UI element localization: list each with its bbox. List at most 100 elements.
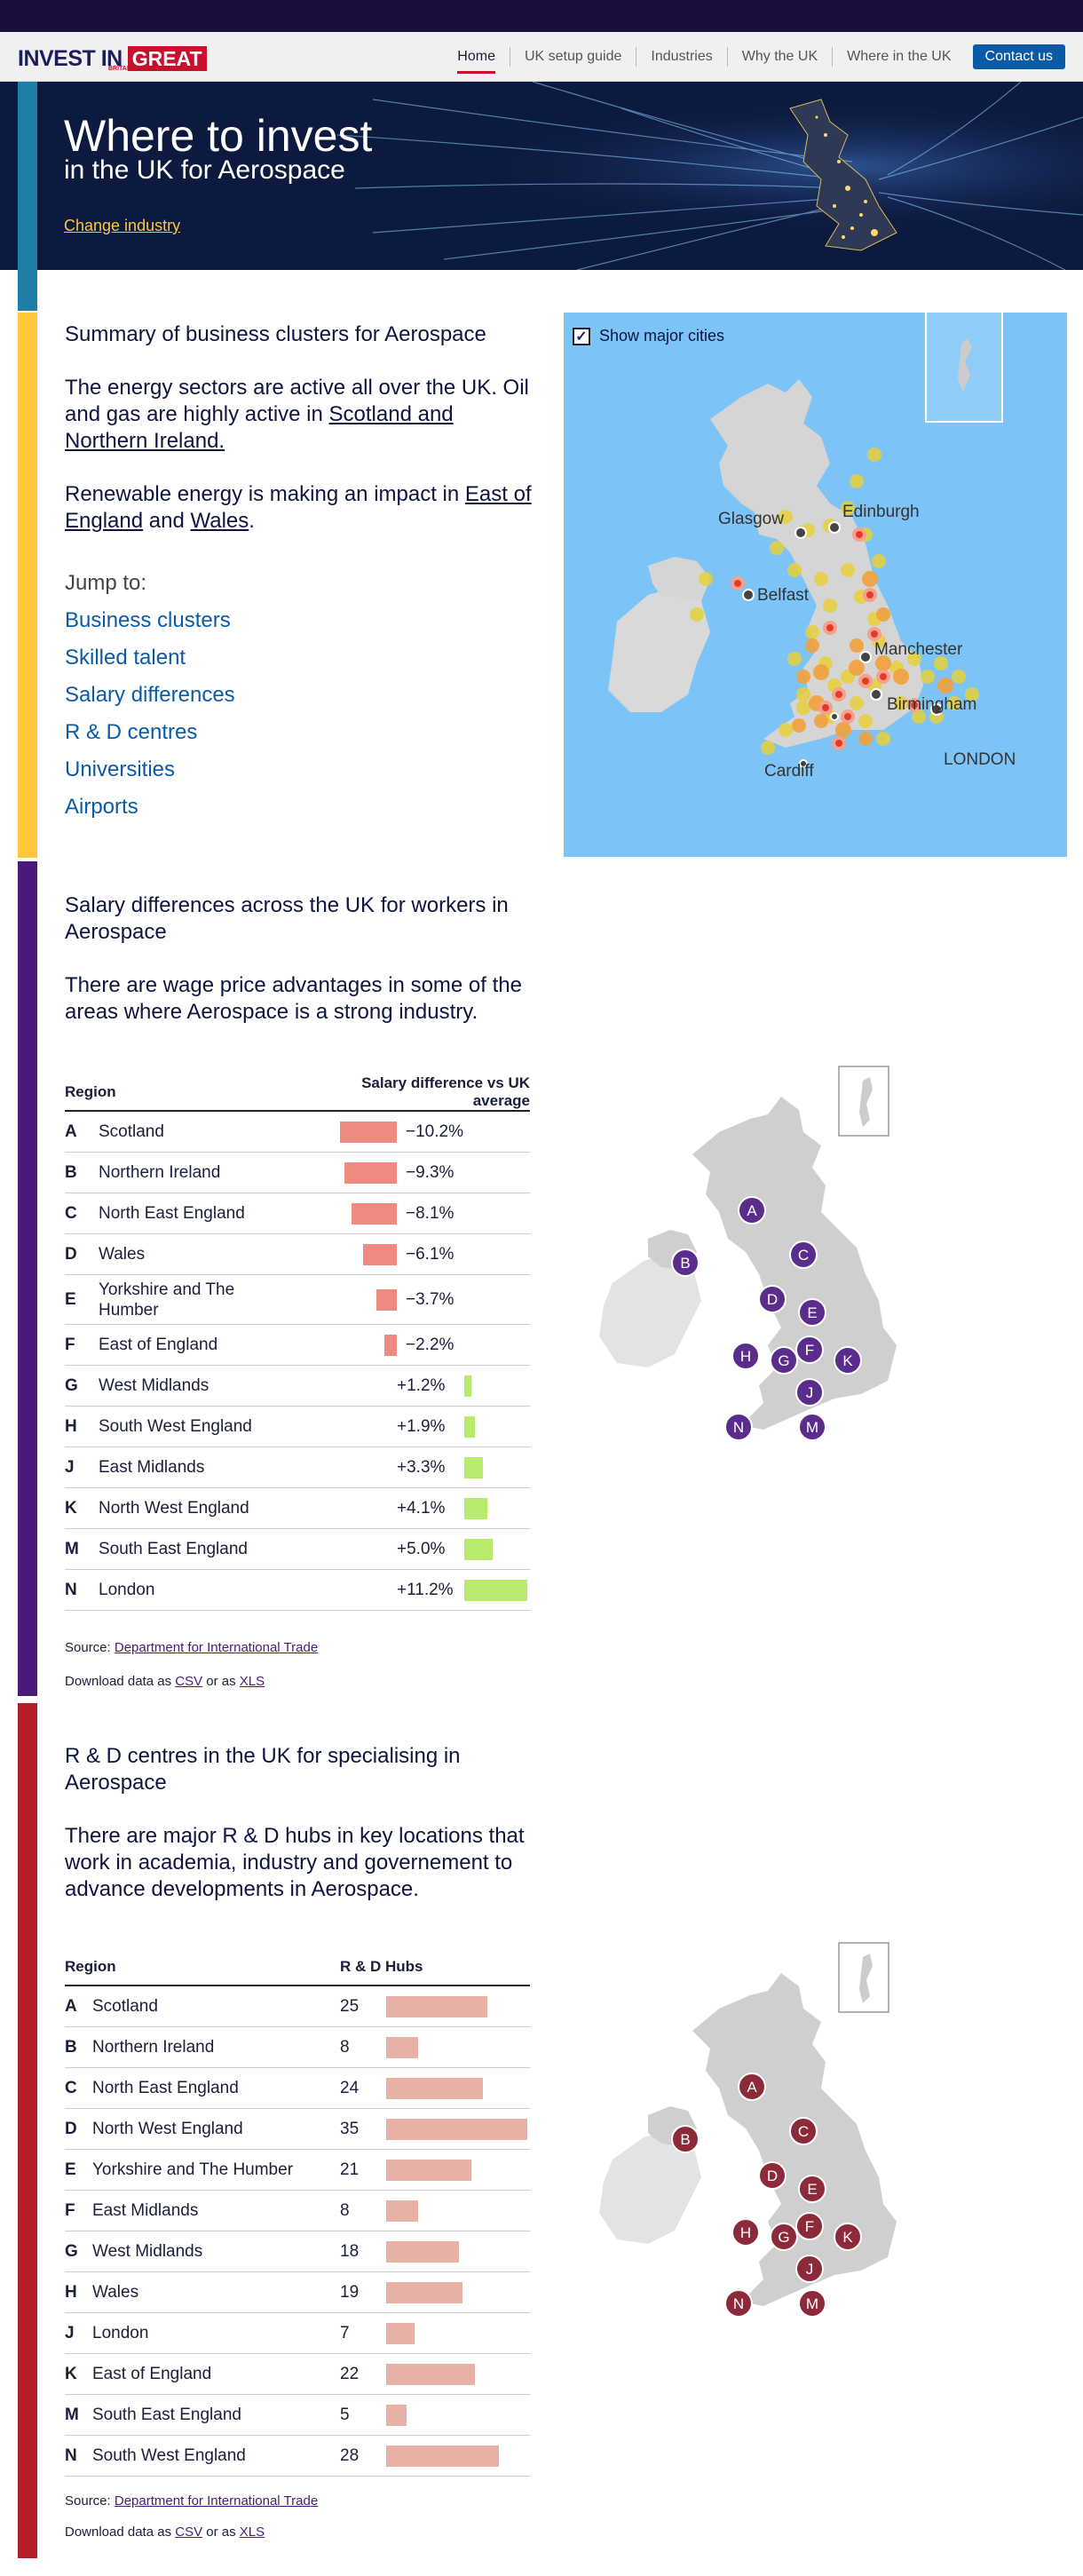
svg-text:D: D	[767, 1291, 778, 1308]
jump-rd-centres[interactable]: R & D centres	[65, 720, 197, 745]
salary-bar	[464, 1456, 483, 1478]
region-pin-b[interactable]: B	[671, 2125, 700, 2153]
nav-industries[interactable]: Industries	[636, 47, 726, 67]
salary-row-bar-area: −3.7%	[267, 1275, 530, 1324]
northern-ireland-link[interactable]: Northern Ireland.	[65, 429, 225, 453]
region-pin-a[interactable]: A	[738, 1196, 766, 1225]
jump-skilled-talent[interactable]: Skilled talent	[65, 646, 186, 670]
contact-us-button[interactable]: Contact us	[972, 44, 1065, 69]
region-pin-a[interactable]: A	[738, 2073, 766, 2101]
region-pin-n[interactable]: N	[724, 2289, 753, 2318]
region-pin-g[interactable]: G	[770, 1346, 798, 1375]
region-pin-d[interactable]: D	[758, 1285, 787, 1313]
region-pin-c[interactable]: C	[789, 2117, 818, 2145]
salary-source-link[interactable]: Department for International Trade	[115, 1640, 318, 1655]
region-pin-h[interactable]: H	[731, 1342, 760, 1370]
rd-bar	[386, 2200, 419, 2222]
region-pin-g[interactable]: G	[770, 2223, 798, 2251]
wales-link[interactable]: Wales	[190, 509, 249, 533]
section-bar-red	[18, 1703, 37, 2558]
rd-col-value: R & D Hubs	[340, 1958, 423, 1975]
rd-row-code: A	[65, 1996, 77, 2016]
region-pin-f[interactable]: F	[795, 1336, 824, 1364]
region-pin-k[interactable]: K	[834, 2223, 862, 2251]
nav-uk-setup-guide[interactable]: UK setup guide	[509, 47, 636, 67]
rd-bar	[386, 1995, 487, 2017]
region-pin-m[interactable]: M	[798, 2289, 826, 2318]
region-pin-j[interactable]: J	[795, 1378, 824, 1407]
salary-value-label: +3.3%	[397, 1457, 446, 1477]
checkbox-checked-icon[interactable]: ✓	[573, 327, 590, 345]
salary-value-label: −9.3%	[406, 1162, 455, 1182]
salary-row-bar-area: −10.2%	[267, 1112, 530, 1152]
rd-csv-link[interactable]: CSV	[175, 2524, 202, 2540]
jump-universities[interactable]: Universities	[65, 757, 175, 782]
jump-airports[interactable]: Airports	[65, 795, 138, 820]
nav-where-in-the-uk[interactable]: Where in the UK	[832, 47, 965, 67]
salary-row-bar-area: −2.2%	[267, 1325, 530, 1365]
summary-paragraph-2: Renewable energy is making an impact in …	[65, 481, 535, 535]
region-pin-b[interactable]: B	[671, 1248, 700, 1277]
rd-row-code: N	[65, 2445, 77, 2465]
region-pin-n[interactable]: N	[724, 1413, 753, 1441]
salary-row: N London +11.2%	[65, 1570, 530, 1611]
show-major-cities-checkbox[interactable]: ✓ Show major cities	[573, 327, 724, 345]
salary-row-code: A	[65, 1122, 77, 1141]
salary-value-label: +5.0%	[397, 1539, 446, 1558]
rd-row-code: E	[65, 2160, 76, 2179]
summary-paragraph-1: The energy sectors are active all over t…	[65, 375, 535, 455]
jump-business-clusters[interactable]: Business clusters	[65, 608, 231, 633]
nav-why-the-uk[interactable]: Why the UK	[726, 47, 832, 67]
svg-text:G: G	[778, 1352, 789, 1369]
city-glasgow: Glasgow	[718, 510, 784, 528]
nav-home[interactable]: Home	[443, 47, 510, 74]
rd-row-code: H	[65, 2282, 77, 2302]
region-pin-e[interactable]: E	[798, 1298, 826, 1327]
jump-salary-differences[interactable]: Salary differences	[65, 683, 235, 708]
city-edinburgh: Edinburgh	[842, 503, 920, 521]
rd-row-value: 25	[340, 1996, 360, 2016]
summary-title: Summary of business clusters for Aerospa…	[65, 322, 486, 346]
region-pin-m[interactable]: M	[798, 1413, 826, 1441]
rd-source-link[interactable]: Department for International Trade	[115, 2493, 318, 2509]
top-strip	[0, 0, 1083, 32]
scotland-link[interactable]: Scotland	[329, 402, 418, 426]
rd-row-code: D	[65, 2119, 77, 2138]
salary-csv-link[interactable]: CSV	[175, 1674, 202, 1689]
region-pin-c[interactable]: C	[789, 1240, 818, 1269]
salary-row-code: H	[65, 1416, 77, 1436]
salary-row-code: C	[65, 1203, 77, 1223]
navigation-bar: INVEST IN GREAT BRITAIN & NORTHERN IRELA…	[0, 32, 1083, 82]
city-birmingham: Birmingham	[887, 695, 976, 714]
svg-text:E: E	[807, 2181, 817, 2198]
rd-title: R & D centres in the UK for specialising…	[65, 1744, 461, 1795]
rd-row: D North West England 35	[65, 2109, 530, 2150]
svg-text:J: J	[806, 2261, 814, 2278]
rd-download: Download data as CSV or as XLS	[65, 2524, 265, 2540]
region-pin-k[interactable]: K	[834, 1346, 862, 1375]
rd-bar	[386, 2240, 459, 2263]
salary-row: D Wales −6.1%	[65, 1234, 530, 1275]
business-clusters-map[interactable]: Glasgow Edinburgh Belfast Manchester Bir…	[564, 313, 1067, 857]
salary-value-label: +4.1%	[397, 1498, 446, 1518]
rd-row-code: B	[65, 2037, 77, 2057]
rd-xls-link[interactable]: XLS	[240, 2524, 265, 2540]
svg-text:A: A	[747, 1202, 757, 1219]
svg-text:B: B	[680, 2131, 690, 2148]
region-pin-f[interactable]: F	[795, 2212, 824, 2240]
salary-row-region: West Midlands	[99, 1376, 209, 1395]
salary-row-bar-area: +1.2%	[267, 1366, 530, 1406]
salary-value-label: +1.2%	[397, 1375, 446, 1395]
region-pin-j[interactable]: J	[795, 2255, 824, 2283]
salary-row-region: East Midlands	[99, 1458, 205, 1477]
change-industry-link[interactable]: Change industry	[64, 217, 180, 235]
region-pin-h[interactable]: H	[731, 2218, 760, 2247]
region-pin-e[interactable]: E	[798, 2175, 826, 2203]
rd-bar	[386, 2036, 419, 2058]
rd-row: C North East England 24	[65, 2068, 530, 2109]
salary-xls-link[interactable]: XLS	[240, 1674, 265, 1689]
rd-source: Source: Department for International Tra…	[65, 2493, 319, 2509]
show-major-cities-label: Show major cities	[599, 327, 725, 345]
salary-row-code: N	[65, 1580, 77, 1599]
region-pin-d[interactable]: D	[758, 2161, 787, 2190]
